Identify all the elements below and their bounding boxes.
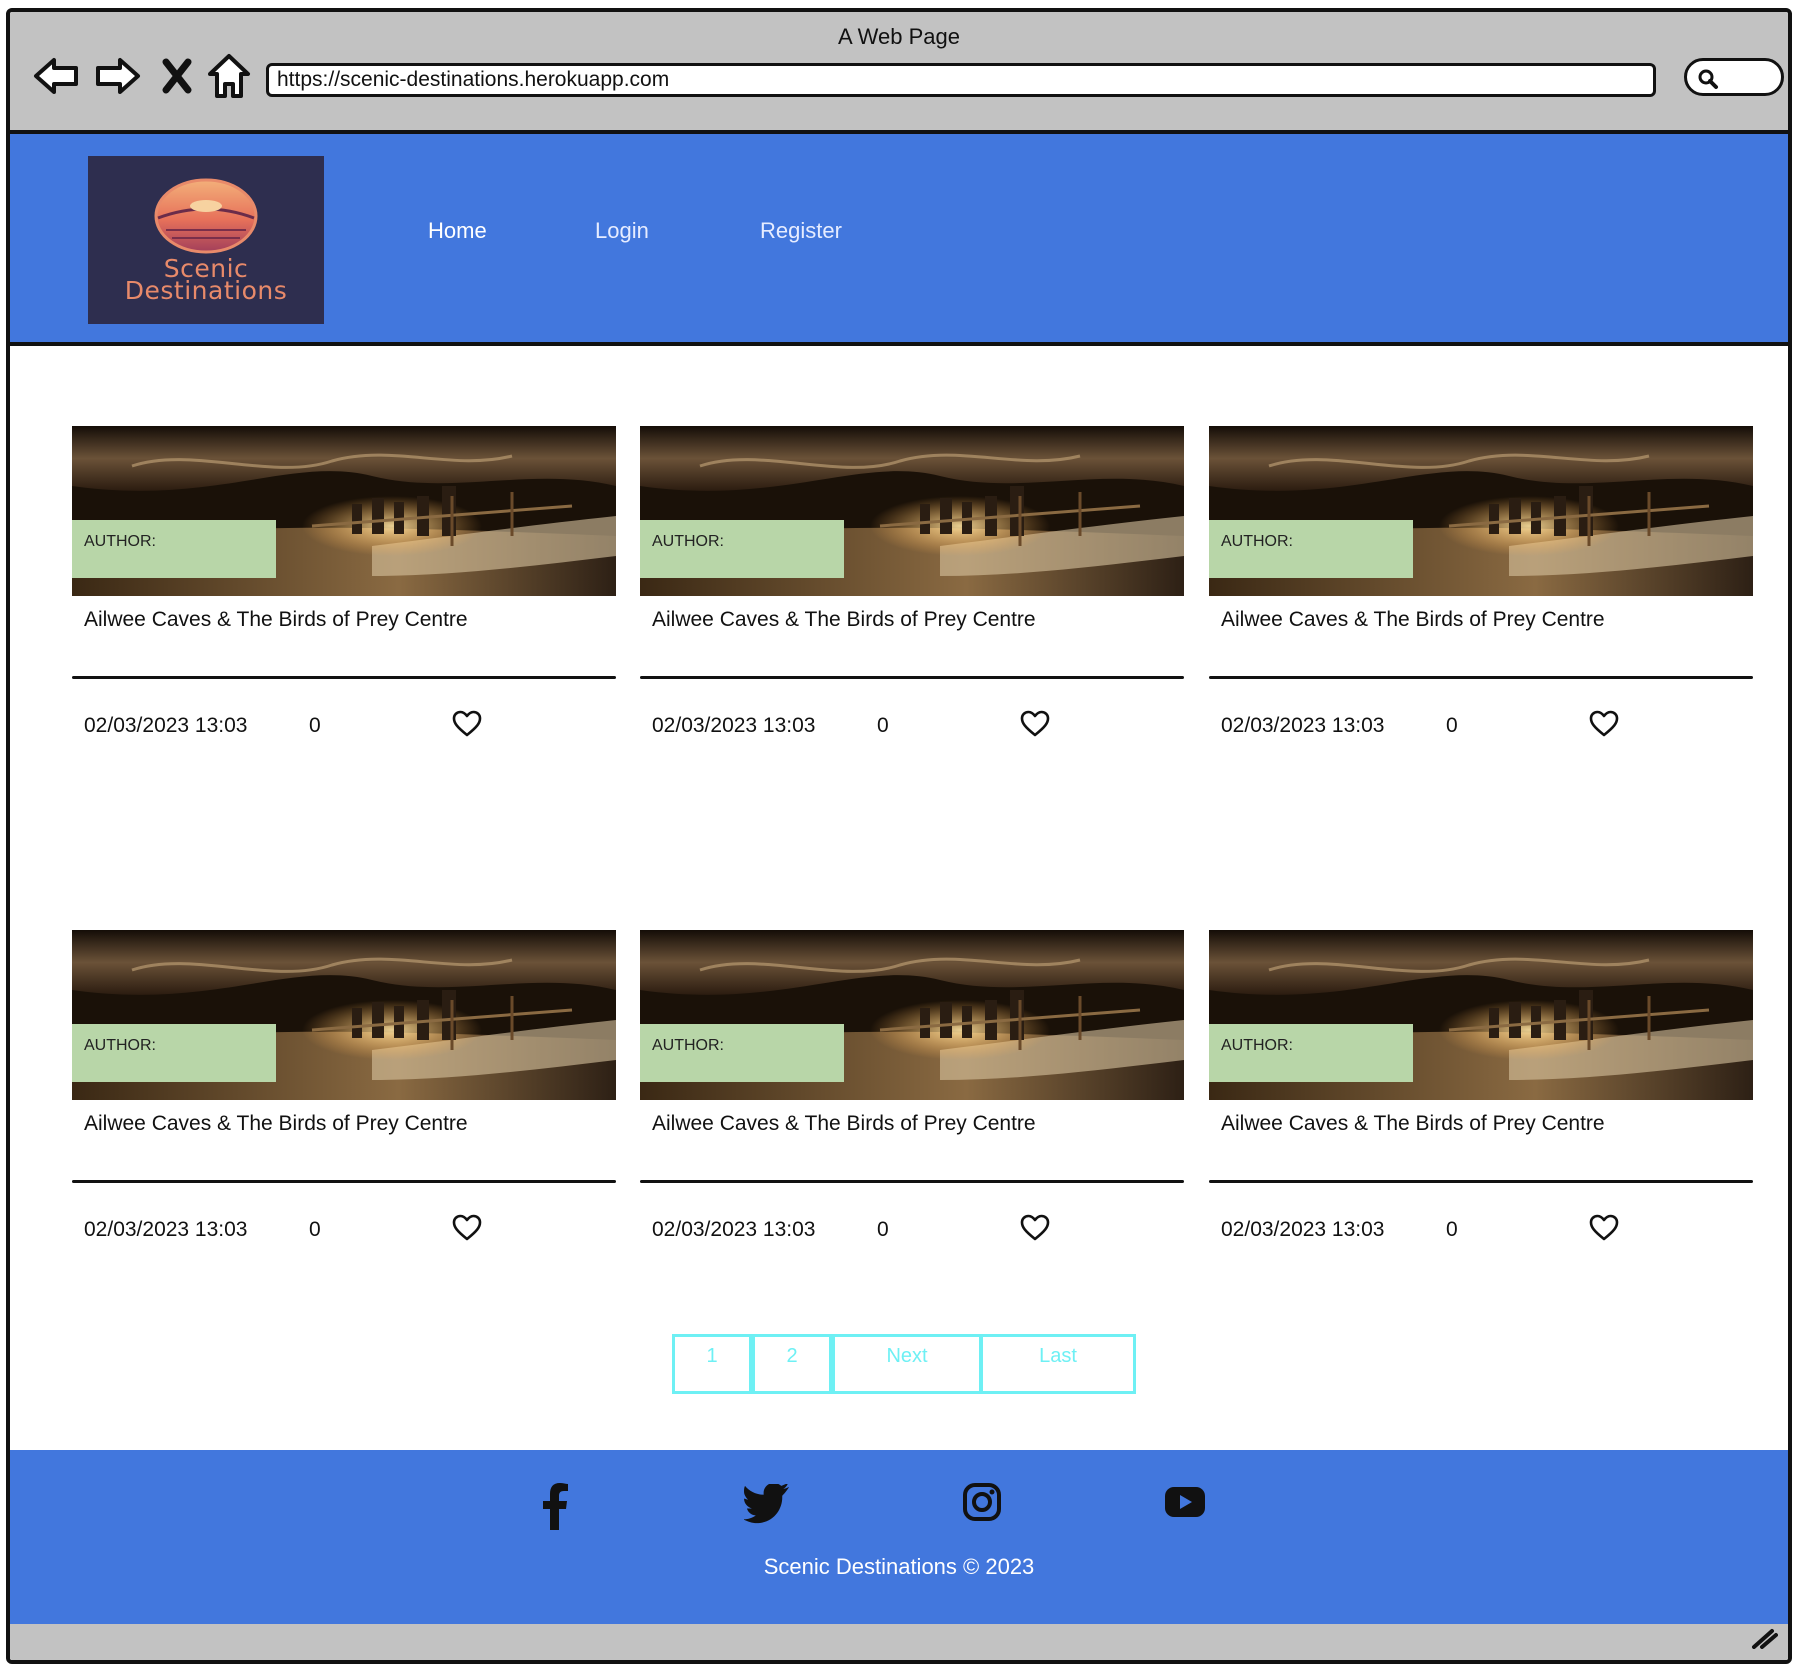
post-card[interactable]: AUTHOR: Ailwee Caves & The Birds of Prey … [640, 426, 1184, 786]
post-card[interactable]: AUTHOR: Ailwee Caves & The Birds of Prey … [1209, 930, 1753, 1290]
author-label: AUTHOR: [640, 1024, 844, 1082]
post-card[interactable]: AUTHOR: Ailwee Caves & The Birds of Prey … [1209, 426, 1753, 786]
last-page-button[interactable]: Last [980, 1334, 1136, 1394]
heart-icon[interactable] [452, 710, 482, 743]
twitter-icon[interactable] [743, 1482, 790, 1529]
card-divider [72, 676, 616, 679]
instagram-icon[interactable] [962, 1482, 1002, 1527]
page-2-button[interactable]: 2 [752, 1334, 832, 1394]
post-date: 02/03/2023 13:03 [84, 1218, 248, 1241]
post-card[interactable]: AUTHOR: Ailwee Caves & The Birds of Prey … [72, 426, 616, 786]
post-image[interactable]: AUTHOR: [640, 426, 1184, 596]
youtube-icon[interactable] [1164, 1486, 1206, 1523]
post-title[interactable]: Ailwee Caves & The Birds of Prey Centre [1221, 608, 1605, 632]
nav-register[interactable]: Register [760, 218, 842, 244]
site-header: Scenic Destinations Home Login Register [10, 134, 1788, 346]
author-label: AUTHOR: [640, 520, 844, 578]
browser-search[interactable] [1684, 58, 1784, 96]
nav-home[interactable]: Home [428, 218, 487, 244]
like-count: 0 [877, 714, 889, 737]
card-divider [72, 1180, 616, 1183]
post-date: 02/03/2023 13:03 [1221, 714, 1385, 737]
browser-chrome: A Web Page https://scenic-destinations.h… [10, 12, 1788, 134]
post-date: 02/03/2023 13:03 [652, 714, 816, 737]
heart-icon[interactable] [452, 1214, 482, 1247]
post-image[interactable]: AUTHOR: [640, 930, 1184, 1100]
forward-icon[interactable] [94, 54, 142, 103]
post-card[interactable]: AUTHOR: Ailwee Caves & The Birds of Prey … [640, 930, 1184, 1290]
post-title[interactable]: Ailwee Caves & The Birds of Prey Centre [1221, 1112, 1605, 1136]
post-title[interactable]: Ailwee Caves & The Birds of Prey Centre [84, 608, 468, 632]
like-count: 0 [877, 1218, 889, 1241]
resize-grip-icon[interactable] [1750, 1625, 1778, 1654]
card-divider [640, 676, 1184, 679]
post-title[interactable]: Ailwee Caves & The Birds of Prey Centre [652, 1112, 1036, 1136]
next-page-button[interactable]: Next [832, 1334, 982, 1394]
author-label: AUTHOR: [1209, 520, 1413, 578]
post-date: 02/03/2023 13:03 [84, 714, 248, 737]
heart-icon[interactable] [1020, 710, 1050, 743]
like-count: 0 [309, 1218, 321, 1241]
post-image[interactable]: AUTHOR: [72, 930, 616, 1100]
window-title: A Web Page [838, 24, 960, 49]
home-icon[interactable] [206, 52, 252, 105]
post-image[interactable]: AUTHOR: [1209, 426, 1753, 596]
heart-icon[interactable] [1589, 710, 1619, 743]
sunset-emblem [154, 178, 258, 254]
card-divider [1209, 676, 1753, 679]
status-bar [10, 1624, 1788, 1660]
like-count: 0 [1446, 1218, 1458, 1241]
facebook-icon[interactable] [540, 1482, 570, 1535]
author-label: AUTHOR: [1209, 1024, 1413, 1082]
copyright-text: Scenic Destinations © 2023 [763, 1554, 1035, 1579]
page-1-button[interactable]: 1 [672, 1334, 752, 1394]
post-date: 02/03/2023 13:03 [1221, 1218, 1385, 1241]
post-date: 02/03/2023 13:03 [652, 1218, 816, 1241]
logo-text-line2: Destinations [124, 276, 288, 305]
post-image[interactable]: AUTHOR: [72, 426, 616, 596]
post-title[interactable]: Ailwee Caves & The Birds of Prey Centre [652, 608, 1036, 632]
address-bar[interactable]: https://scenic-destinations.herokuapp.co… [266, 63, 1656, 97]
site-footer: Scenic Destinations © 2023 [10, 1450, 1788, 1632]
stop-icon[interactable] [162, 58, 192, 99]
post-title[interactable]: Ailwee Caves & The Birds of Prey Centre [84, 1112, 468, 1136]
heart-icon[interactable] [1020, 1214, 1050, 1247]
like-count: 0 [309, 714, 321, 737]
nav-login[interactable]: Login [595, 218, 649, 244]
back-icon[interactable] [32, 54, 80, 103]
like-count: 0 [1446, 714, 1458, 737]
site-logo[interactable]: Scenic Destinations [88, 156, 324, 324]
browser-window: A Web Page https://scenic-destinations.h… [6, 8, 1792, 1664]
post-image[interactable]: AUTHOR: [1209, 930, 1753, 1100]
search-icon [1698, 69, 1718, 89]
card-divider [640, 1180, 1184, 1183]
post-card[interactable]: AUTHOR: Ailwee Caves & The Birds of Prey … [72, 930, 616, 1290]
card-divider [1209, 1180, 1753, 1183]
author-label: AUTHOR: [72, 1024, 276, 1082]
author-label: AUTHOR: [72, 520, 276, 578]
heart-icon[interactable] [1589, 1214, 1619, 1247]
